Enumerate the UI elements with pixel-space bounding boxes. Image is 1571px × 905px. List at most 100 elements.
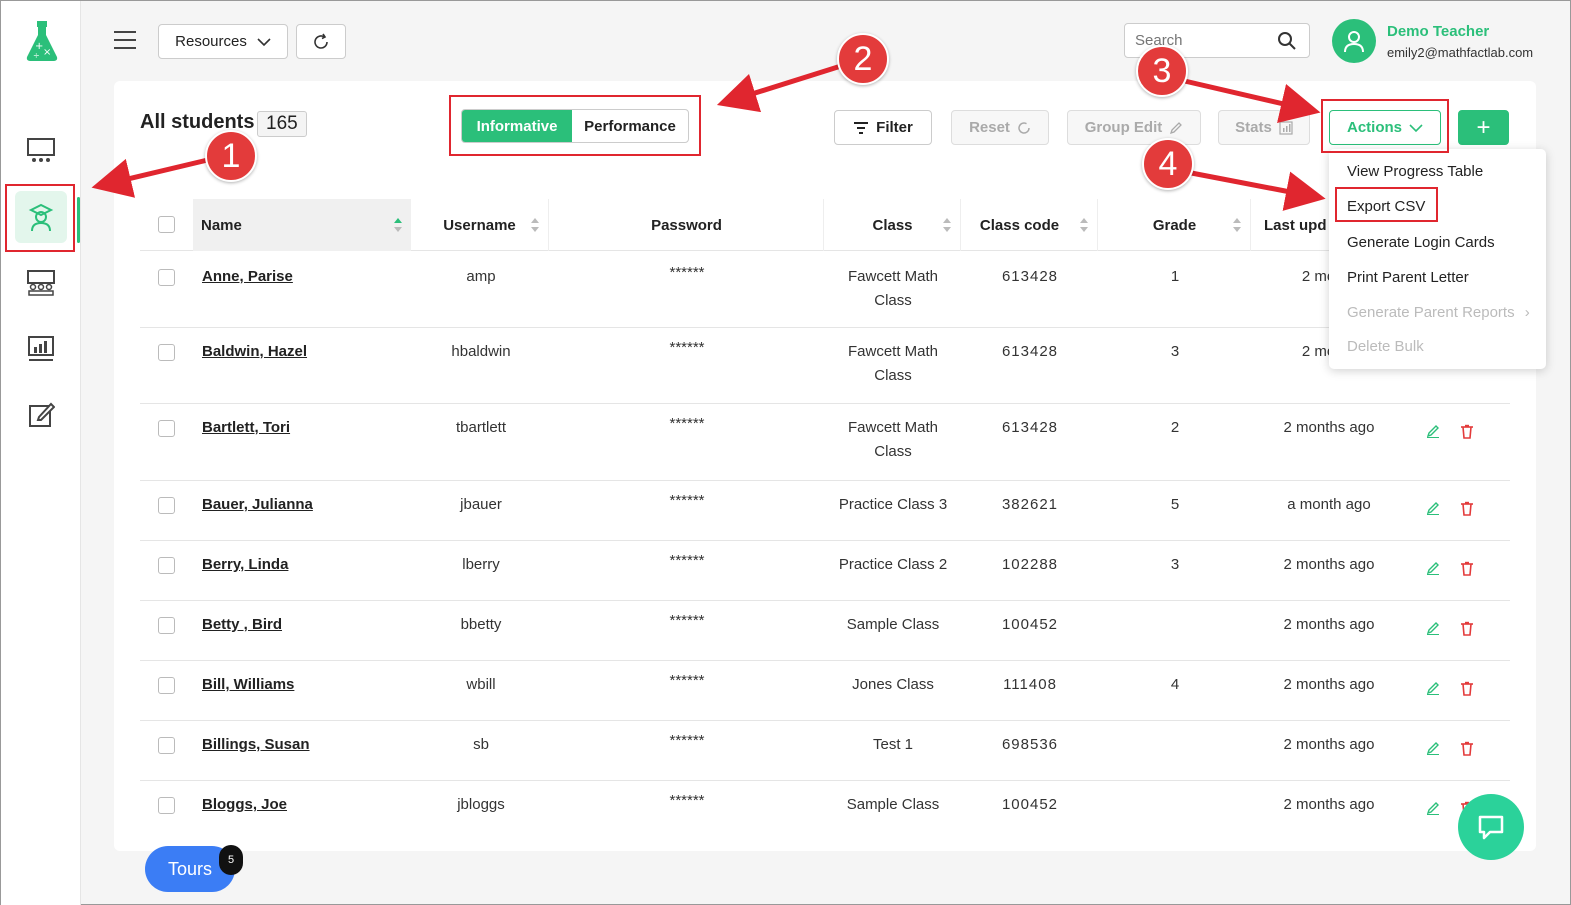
- edit-pencil-icon[interactable]: [1426, 621, 1440, 635]
- tab-performance[interactable]: Performance: [572, 110, 688, 142]
- edit-pencil-icon[interactable]: [1426, 801, 1440, 815]
- class-cell-line: Fawcett Math: [847, 268, 939, 285]
- student-name-link[interactable]: Bill, Williams: [202, 673, 294, 697]
- edit-pencil-icon[interactable]: [1426, 681, 1440, 695]
- select-all-checkbox[interactable]: [158, 216, 175, 233]
- column-username[interactable]: Username: [411, 199, 549, 251]
- username-cell: hbaldwin: [451, 343, 511, 360]
- delete-trash-icon[interactable]: [1460, 501, 1474, 516]
- classes-icon[interactable]: [15, 257, 67, 309]
- class-cell-line: Test 1: [872, 736, 914, 753]
- edit-pencil-icon[interactable]: [1426, 501, 1440, 515]
- resources-dropdown[interactable]: Resources: [158, 24, 288, 59]
- reset-icon: [1018, 121, 1030, 134]
- student-name-link[interactable]: Bauer, Julianna: [202, 493, 313, 517]
- column-class-code[interactable]: Class code: [962, 199, 1098, 251]
- column-name[interactable]: Name: [193, 199, 411, 251]
- username-cell: wbill: [466, 676, 496, 693]
- student-name-link[interactable]: Bartlett, Tori: [202, 416, 290, 440]
- menu-item-delete-bulk[interactable]: Delete Bulk: [1347, 338, 1424, 355]
- student-name-link[interactable]: Bloggs, Joe: [202, 793, 287, 817]
- class-cell-line: Practice Class 3: [838, 496, 948, 513]
- column-grade[interactable]: Grade: [1099, 199, 1251, 251]
- menu-item-view-progress-table[interactable]: View Progress Table: [1347, 163, 1483, 180]
- student-name-link[interactable]: Billings, Susan: [202, 733, 310, 757]
- class-cell: Fawcett Math Class: [825, 416, 961, 464]
- table-row[interactable]: Betty , Bird bbetty ****** Sample Class 1004…: [140, 601, 1510, 661]
- refresh-button[interactable]: [296, 24, 346, 59]
- class-cell-line: Class: [874, 292, 912, 309]
- password-cell: ******: [669, 792, 705, 809]
- last-updated-cell: a month ago: [1287, 496, 1371, 513]
- add-student-button[interactable]: +: [1458, 110, 1509, 145]
- avatar[interactable]: [1332, 19, 1376, 63]
- tab-informative[interactable]: Informative: [462, 110, 572, 142]
- column-class[interactable]: Class: [825, 199, 961, 251]
- row-checkbox[interactable]: [158, 497, 175, 514]
- class-cell: Test 1: [825, 733, 961, 757]
- chevron-down-icon: [257, 37, 271, 46]
- sort-icon: [943, 218, 951, 232]
- table-row[interactable]: Bartlett, Tori tbartlett ****** Fawcett Mat…: [140, 404, 1510, 481]
- delete-trash-icon[interactable]: [1460, 424, 1474, 439]
- username-cell: amp: [466, 268, 496, 285]
- filter-button[interactable]: Filter: [834, 110, 932, 145]
- row-checkbox[interactable]: [158, 344, 175, 361]
- row-checkbox[interactable]: [158, 617, 175, 634]
- table-row[interactable]: Bloggs, Joe jbloggs ****** Sample Class 1004…: [140, 781, 1510, 839]
- table-row[interactable]: Bill, Williams wbill ****** Jones Class 1114…: [140, 661, 1510, 721]
- row-checkbox[interactable]: [158, 269, 175, 286]
- stats-button[interactable]: Stats: [1218, 110, 1310, 145]
- student-name-link[interactable]: Betty , Bird: [202, 613, 282, 637]
- edit-pencil-icon[interactable]: [1426, 741, 1440, 755]
- row-checkbox[interactable]: [158, 420, 175, 437]
- group-edit-button[interactable]: Group Edit: [1067, 110, 1201, 145]
- delete-trash-icon[interactable]: [1460, 741, 1474, 756]
- callout-1: 1: [205, 130, 257, 182]
- row-checkbox[interactable]: [158, 557, 175, 574]
- table-row[interactable]: Billings, Susan sb ****** Test 1 698536 2 mon…: [140, 721, 1510, 781]
- password-cell: ******: [669, 492, 705, 509]
- students-icon[interactable]: [15, 191, 67, 243]
- row-checkbox[interactable]: [158, 737, 175, 754]
- chat-button[interactable]: [1458, 794, 1524, 860]
- reports-icon[interactable]: [15, 323, 67, 375]
- table-row[interactable]: Bauer, Julianna jbauer ****** Practice Clas…: [140, 481, 1510, 541]
- sort-icon: [531, 218, 539, 232]
- students-card: All students 165 Informative Performance…: [114, 81, 1536, 851]
- student-name-link[interactable]: Anne, Parise: [202, 265, 293, 289]
- edit-icon[interactable]: [15, 389, 67, 441]
- class-code-cell: 698536: [1001, 736, 1059, 753]
- last-updated-cell: 2 months ago: [1283, 736, 1375, 753]
- app-logo[interactable]: + × ÷: [23, 19, 61, 63]
- row-checkbox[interactable]: [158, 797, 175, 814]
- menu-item-generate-login-cards[interactable]: Generate Login Cards: [1347, 234, 1495, 251]
- student-name-link[interactable]: Berry, Linda: [202, 553, 288, 577]
- classroom-icon[interactable]: [15, 125, 67, 177]
- password-cell: ******: [669, 732, 705, 749]
- class-cell-line: Practice Class 2: [838, 556, 948, 573]
- active-indicator: [77, 197, 80, 243]
- table-row[interactable]: Berry, Linda lberry ****** Practice Class 2…: [140, 541, 1510, 601]
- table-row[interactable]: Baldwin, Hazel hbaldwin ****** Fawcett Math…: [140, 328, 1510, 404]
- class-code-cell: 382621: [1001, 496, 1059, 513]
- menu-item-export-csv[interactable]: Export CSV: [1347, 198, 1425, 215]
- delete-trash-icon[interactable]: [1460, 681, 1474, 696]
- row-checkbox[interactable]: [158, 677, 175, 694]
- svg-text:×: ×: [43, 47, 51, 58]
- tours-count-badge: 5: [219, 845, 243, 875]
- reset-button[interactable]: Reset: [951, 110, 1049, 145]
- delete-trash-icon[interactable]: [1460, 621, 1474, 636]
- student-count-badge: 165: [257, 111, 307, 137]
- grade-cell: 3: [1170, 556, 1180, 573]
- search-icon[interactable]: [1277, 31, 1297, 51]
- menu-item-generate-parent-reports[interactable]: Generate Parent Reports ›: [1347, 304, 1530, 321]
- edit-pencil-icon[interactable]: [1426, 424, 1440, 438]
- hamburger-menu-icon[interactable]: [114, 31, 136, 49]
- table-row[interactable]: Anne, Parise amp ****** Fawcett Math Class 61…: [140, 253, 1510, 328]
- edit-pencil-icon[interactable]: [1426, 561, 1440, 575]
- delete-trash-icon[interactable]: [1460, 561, 1474, 576]
- student-name-link[interactable]: Baldwin, Hazel: [202, 340, 307, 364]
- menu-item-print-parent-letter[interactable]: Print Parent Letter: [1347, 269, 1469, 286]
- actions-dropdown[interactable]: Actions: [1329, 110, 1441, 145]
